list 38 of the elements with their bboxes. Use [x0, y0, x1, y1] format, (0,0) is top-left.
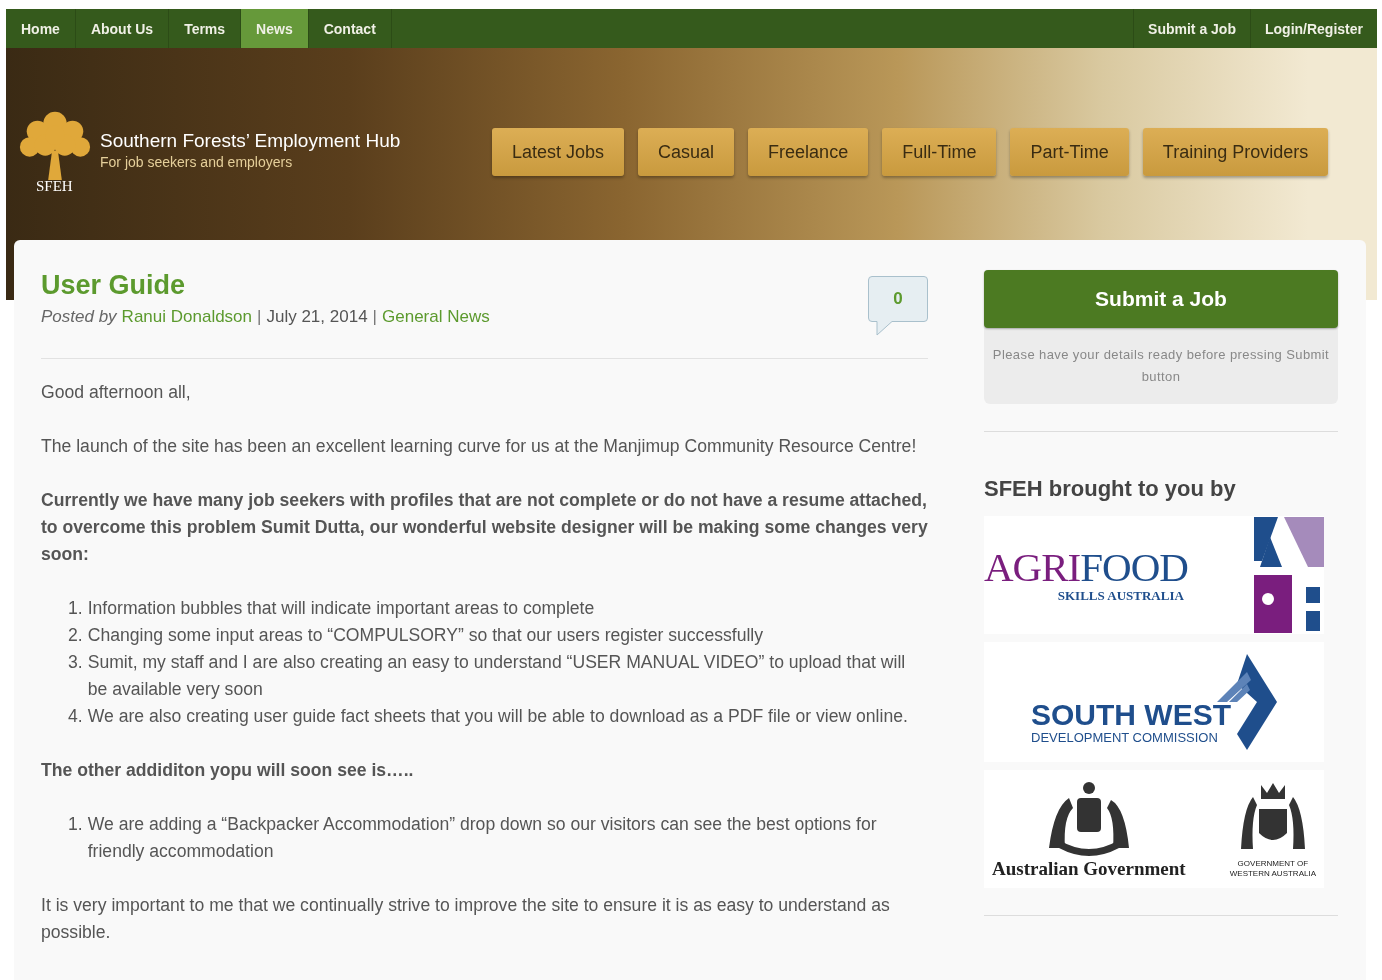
list-item-text: Information bubbles that will indicate important areas to complete [87, 597, 595, 620]
post-paragraph: It is very important to me that we continually strive to improve the site to ensure it is as easy to understand as possible. [41, 894, 891, 944]
post-paragraph: The other addiditon yopu will soon see is….. [41, 759, 415, 782]
meta-separator: | [372, 307, 377, 327]
site-tagline: For job seekers and employers [100, 154, 294, 170]
sponsors-heading: SFEH brought to you by [984, 476, 1237, 502]
meta-separator: | [257, 307, 262, 327]
logo-text: SFEH [36, 178, 73, 195]
category-button[interactable]: Latest Jobs [492, 128, 625, 176]
post-paragraph: Good afternoon all, [41, 381, 192, 404]
post-paragraph: Currently we have many job seekers with profiles that are not complete or do not have a resume attached, to overcome this problem Sumit Dutta, our wonderful website designer will be making some changes very soon: [41, 489, 928, 566]
meta-prefix: Posted by [41, 307, 117, 327]
letter-blocks-icon [1254, 517, 1324, 633]
list-number: 4. [68, 705, 83, 728]
author-link[interactable]: Ranui Donaldson [121, 307, 253, 327]
list-item-text: We are also creating user guide fact sheets that you will be able to download as a PDF file or view online. [87, 705, 908, 728]
category-link[interactable]: General News [382, 307, 490, 327]
list-item-text: Changing some input areas to “COMPULSORY” so that our users register successfully [87, 624, 764, 647]
post-date: July 21, 2014 [266, 307, 368, 327]
post-title[interactable]: User Guide [41, 270, 490, 301]
category-button[interactable]: Full-Time [882, 128, 997, 176]
post-paragraph: The launch of the site has been an excellent learning curve for us at the Manjimup Community Resource Centre! [41, 435, 918, 458]
list-number: 1. [68, 813, 83, 836]
submit-job-button[interactable]: Submit a Job [984, 270, 1338, 328]
south-west-logo[interactable]: SOUTH WEST DEVELOPMENT COMMISSION [984, 642, 1324, 762]
category-button[interactable]: Part-Time [1010, 128, 1129, 176]
agrifood-logo[interactable]: AGRIFOOD SKILLS AUSTRALIA [984, 516, 1324, 634]
list-item-text: Sumit, my staff and I are also creating an easy to understand “USER MANUAL VIDEO” to upload that will be available very soon [87, 651, 907, 701]
category-button[interactable]: Training Providers [1142, 128, 1329, 176]
list-item-text: We are adding a “Backpacker Accommodation” drop down so our visitors can see the best options for friendly accommodation [87, 813, 878, 863]
list-number: 2. [68, 624, 83, 647]
category-button[interactable]: Casual [638, 128, 735, 176]
government-logos[interactable]: Australian Government GOVERNMENT OF WESTERN AUSTRALIA [984, 770, 1324, 888]
site-title[interactable]: Southern Forests’ Employment Hub [100, 130, 401, 152]
submit-note: Please have your details ready before pressing Submit button [991, 346, 1331, 386]
category-button[interactable]: Freelance [748, 128, 869, 176]
list-number: 1. [68, 597, 83, 620]
list-number: 3. [68, 651, 83, 674]
